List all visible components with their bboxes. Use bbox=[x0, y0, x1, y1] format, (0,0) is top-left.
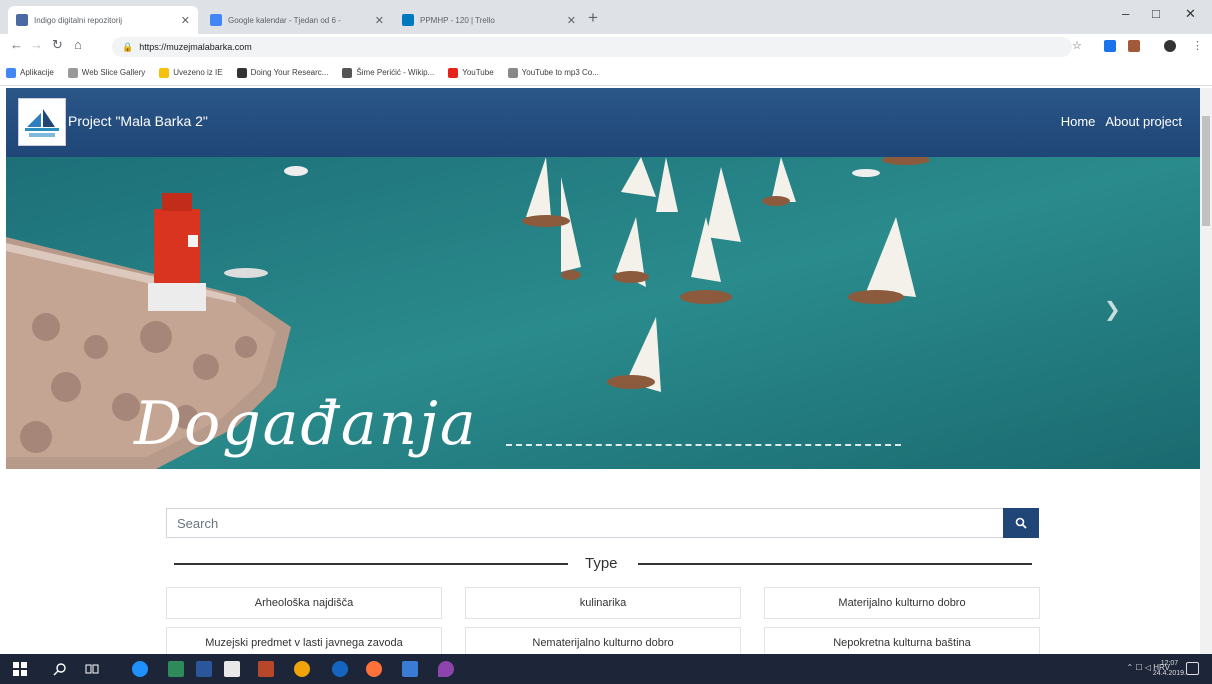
bookmark-research[interactable]: Doing Your Researc... bbox=[236, 67, 328, 78]
bookmark-ie-folder[interactable]: Uvezeno iz IE bbox=[159, 67, 223, 78]
store-icon[interactable] bbox=[224, 661, 240, 677]
hero-underline bbox=[506, 444, 901, 446]
page-icon bbox=[67, 67, 78, 78]
nav-about-project[interactable]: About project bbox=[1105, 114, 1182, 129]
book-icon bbox=[236, 67, 247, 78]
filter-nematerijalno-kulturno-dobro[interactable]: Nematerijalno kulturno dobro bbox=[465, 627, 741, 654]
divider-line bbox=[174, 563, 568, 565]
youtube-icon bbox=[448, 67, 459, 78]
back-icon[interactable]: ← bbox=[10, 37, 23, 52]
scrollbar-thumb[interactable] bbox=[1202, 116, 1210, 226]
bookmark-youtube-mp3[interactable]: YouTube to mp3 Co... bbox=[507, 67, 599, 78]
tab-favicon bbox=[210, 14, 222, 26]
search-placeholder: Search bbox=[177, 515, 219, 531]
tab-favicon bbox=[402, 14, 414, 26]
chrome-icon[interactable] bbox=[294, 661, 310, 677]
search-icon bbox=[1015, 517, 1027, 529]
search-icon[interactable] bbox=[52, 661, 68, 677]
bookmark-apps[interactable]: Aplikacije bbox=[6, 67, 54, 78]
search-input[interactable]: Search bbox=[166, 508, 1004, 538]
browser-toolbar: ← → ↻ ⌂ 🔒 https://muzejmalabarka.com ☆ ⋮ bbox=[0, 34, 1212, 60]
edge-icon[interactable] bbox=[132, 661, 148, 677]
file-explorer-icon[interactable] bbox=[168, 661, 184, 677]
hero-carousel: Događanja ❯ bbox=[6, 157, 1200, 469]
extension-icon[interactable] bbox=[1104, 40, 1116, 52]
close-window-button[interactable]: ✕ bbox=[1185, 6, 1196, 22]
clock-date: 24.4.2019. bbox=[1152, 670, 1186, 677]
address-bar[interactable]: 🔒 https://muzejmalabarka.com bbox=[112, 37, 1072, 57]
search-button[interactable] bbox=[1003, 508, 1039, 538]
download-icon bbox=[507, 67, 518, 78]
tab-google-calendar[interactable]: Google kalendar - Tjedan od 6 - ✕ bbox=[202, 6, 392, 34]
main-nav: Home About project bbox=[1061, 114, 1182, 129]
maximize-button[interactable]: □ bbox=[1152, 6, 1160, 21]
star-icon[interactable]: ☆ bbox=[1072, 39, 1082, 52]
app-icon[interactable] bbox=[332, 661, 348, 677]
filter-materijalno-kulturno-dobro[interactable]: Materijalno kulturno dobro bbox=[764, 587, 1040, 619]
taskbar: ⌃ ☐ ◁ HRV 12:07 24.4.2019. bbox=[0, 654, 1212, 684]
reload-icon[interactable]: ↻ bbox=[52, 37, 63, 53]
url-text: https://muzejmalabarka.com bbox=[139, 42, 252, 52]
site-brand[interactable]: Project "Mala Barka 2" bbox=[68, 113, 208, 129]
bookmarks-bar: Aplikacije Web Slice Gallery Uvezeno iz … bbox=[0, 60, 1212, 86]
extension-icon[interactable] bbox=[1128, 40, 1140, 52]
home-icon[interactable]: ⌂ bbox=[74, 37, 82, 52]
site-navbar: Project "Mala Barka 2" Home About projec… bbox=[6, 88, 1200, 157]
filter-kulinarika[interactable]: kulinarika bbox=[465, 587, 741, 619]
folder-icon bbox=[159, 67, 170, 78]
lock-icon: 🔒 bbox=[122, 41, 134, 52]
forward-icon[interactable]: → bbox=[30, 37, 43, 52]
maps-icon[interactable] bbox=[438, 661, 454, 677]
web-page: Project "Mala Barka 2" Home About projec… bbox=[6, 88, 1200, 654]
task-view-icon[interactable] bbox=[84, 661, 100, 677]
wikipedia-icon bbox=[342, 67, 353, 78]
minimize-button[interactable]: – bbox=[1122, 6, 1129, 21]
apps-icon bbox=[6, 67, 16, 78]
menu-icon[interactable]: ⋮ bbox=[1192, 39, 1203, 52]
tab-indigo[interactable]: Indigo digitalni repozitorij ✕ bbox=[8, 6, 198, 34]
outlook-icon[interactable] bbox=[402, 661, 418, 677]
logo-graphic bbox=[25, 109, 59, 137]
filter-nepokretna-kulturna-bastina[interactable]: Nepokretna kulturna baština bbox=[764, 627, 1040, 654]
type-divider: Type bbox=[174, 553, 1032, 575]
close-icon[interactable]: ✕ bbox=[181, 14, 190, 27]
nav-home[interactable]: Home bbox=[1061, 114, 1096, 129]
tab-title: Indigo digitalni repozitorij bbox=[34, 15, 123, 25]
new-tab-button[interactable]: + bbox=[588, 8, 598, 28]
hero-title: Događanja bbox=[134, 389, 478, 459]
tab-strip: Indigo digitalni repozitorij ✕ Google ka… bbox=[0, 0, 1212, 34]
notification-icons: ⌃ ☐ ◁ bbox=[1126, 663, 1154, 672]
firefox-icon[interactable] bbox=[366, 661, 382, 677]
profile-avatar[interactable] bbox=[1164, 40, 1176, 52]
bookmark-youtube[interactable]: YouTube bbox=[448, 67, 494, 78]
close-icon[interactable]: ✕ bbox=[567, 14, 576, 27]
divider-line bbox=[638, 563, 1032, 565]
filter-arheoloska-najdisca[interactable]: Arheološka najdišča bbox=[166, 587, 442, 619]
tab-trello[interactable]: PPMHP - 120 | Trello ✕ bbox=[394, 6, 584, 34]
clock-time: 12:07 bbox=[1160, 660, 1179, 667]
word-icon[interactable] bbox=[196, 661, 212, 677]
clock[interactable]: 12:07 24.4.2019. bbox=[1153, 659, 1186, 679]
chevron-right-icon[interactable]: ❯ bbox=[1104, 297, 1121, 322]
site-logo[interactable] bbox=[18, 98, 66, 146]
bookmark-web-slice[interactable]: Web Slice Gallery bbox=[67, 67, 145, 78]
filter-muzejski-predmet[interactable]: Muzejski predmet v lasti javnega zavoda bbox=[166, 627, 442, 654]
tab-title: Google kalendar - Tjedan od 6 - bbox=[228, 15, 341, 25]
tab-favicon bbox=[16, 14, 28, 26]
powerpoint-icon[interactable] bbox=[258, 661, 274, 677]
type-heading: Type bbox=[585, 555, 618, 572]
bookmark-wikipedia[interactable]: Šime Perićić - Wikip... bbox=[342, 67, 434, 78]
page-scrollbar[interactable] bbox=[1200, 88, 1212, 654]
tab-title: PPMHP - 120 | Trello bbox=[420, 15, 495, 25]
close-icon[interactable]: ✕ bbox=[375, 14, 384, 27]
windows-start-icon[interactable] bbox=[12, 661, 28, 677]
notifications-icon[interactable] bbox=[1186, 662, 1199, 675]
